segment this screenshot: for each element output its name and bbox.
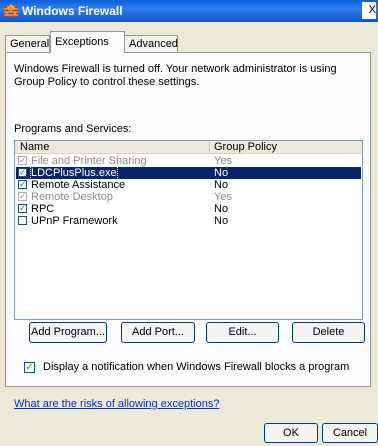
notification-label: Display a notification when Windows Fire… <box>43 361 350 373</box>
checkbox[interactable]: ✓ <box>18 168 27 177</box>
tab-exceptions[interactable]: Exceptions <box>50 31 125 53</box>
firewall-icon <box>4 4 18 17</box>
column-divider[interactable] <box>209 142 210 152</box>
list-item[interactable]: ✓ Remote Assistance No <box>16 179 361 191</box>
notification-checkbox[interactable]: ✓ <box>24 362 35 373</box>
program-name: Remote Assistance <box>31 179 126 191</box>
delete-button[interactable]: Delete <box>292 322 365 343</box>
policy-info-text: Windows Firewall is turned off. Your net… <box>14 63 337 88</box>
risks-help-link[interactable]: What are the risks of allowing exception… <box>14 398 219 410</box>
column-header-name[interactable]: Name <box>20 141 49 153</box>
tab-advanced[interactable]: Advanced <box>124 35 178 52</box>
program-name: UPnP Framework <box>31 215 118 227</box>
programs-label: Programs and Services: <box>14 123 132 135</box>
title-bar: Windows Firewall X <box>0 0 378 22</box>
ok-button[interactable]: OK <box>264 423 318 443</box>
list-item[interactable]: ✓ File and Printer Sharing Yes <box>16 155 361 167</box>
list-item[interactable]: ✓ LDCPlusPlus.exe No <box>16 166 361 180</box>
programs-list[interactable]: Name Group Policy ✓ File and Printer Sha… <box>14 140 363 320</box>
add-program-button[interactable]: Add Program... <box>29 322 107 343</box>
window-title: Windows Firewall <box>22 4 123 18</box>
list-item[interactable]: ✓ Remote Desktop Yes <box>16 191 361 203</box>
list-item[interactable]: UPnP Framework No <box>16 215 361 227</box>
exceptions-panel: Windows Firewall is turned off. Your net… <box>5 52 371 410</box>
add-port-button[interactable]: Add Port... <box>121 322 195 343</box>
group-policy-value: Yes <box>214 191 232 203</box>
group-policy-value: No <box>214 215 229 227</box>
close-button[interactable]: X <box>362 2 376 19</box>
program-name: Remote Desktop <box>31 191 113 203</box>
group-policy-value: Yes <box>214 155 232 167</box>
checkbox[interactable]: ✓ <box>18 192 27 201</box>
column-header-group-policy[interactable]: Group Policy <box>214 141 277 153</box>
cancel-button[interactable]: Cancel <box>322 423 378 443</box>
checkbox[interactable]: ✓ <box>18 204 27 213</box>
list-header: Name Group Policy <box>15 141 362 154</box>
checkbox[interactable]: ✓ <box>18 180 27 189</box>
checkbox[interactable]: ✓ <box>18 156 27 165</box>
checkbox[interactable] <box>18 216 27 225</box>
list-item[interactable]: ✓ RPC No <box>16 203 361 215</box>
program-name: RPC <box>31 203 55 215</box>
group-policy-value: No <box>214 203 229 215</box>
group-policy-value: No <box>214 167 229 179</box>
program-name: File and Printer Sharing <box>31 155 147 167</box>
program-name: LDCPlusPlus.exe <box>30 166 118 180</box>
group-policy-value: No <box>214 179 229 191</box>
tab-general[interactable]: General <box>5 35 50 52</box>
edit-button[interactable]: Edit... <box>206 322 279 343</box>
